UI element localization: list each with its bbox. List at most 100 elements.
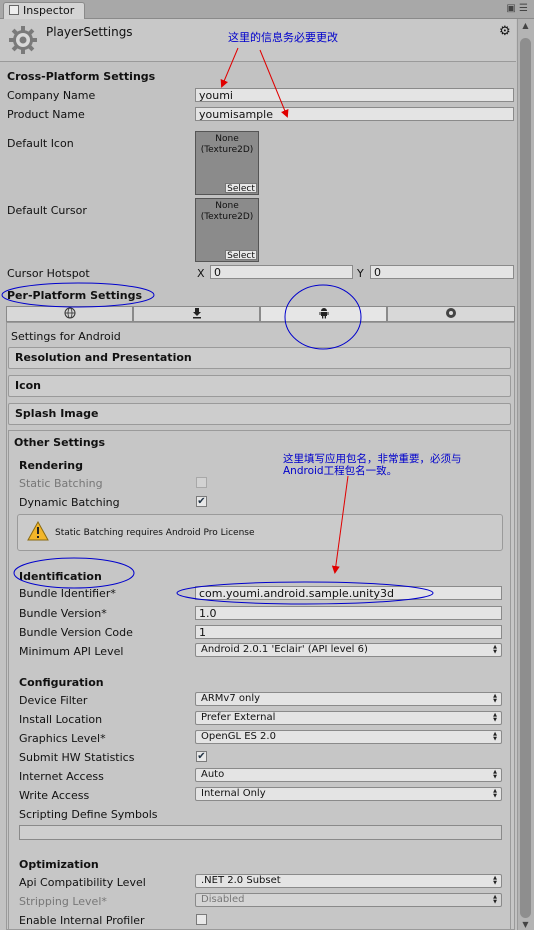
scripting-define-symbols-label: Scripting Define Symbols [19,808,158,821]
graphics-level-label: Graphics Level* [19,732,106,745]
stripping-level-label: Stripping Level* [19,895,107,908]
default-icon-texture-slot[interactable]: None (Texture2D) Select [195,131,259,195]
cursor-hotspot-label: Cursor Hotspot [7,267,90,280]
platform-tab-standalone[interactable] [133,306,260,322]
bundle-version-input[interactable]: 1.0 [195,606,502,620]
menu-icon[interactable]: ☰ [519,3,528,14]
minimum-api-level-value: Android 2.0.1 'Eclair' (API level 6) [201,644,368,655]
stripping-level-dropdown[interactable]: Disabled ▲ ▼ [195,893,502,907]
android-icon [319,308,328,319]
product-name-label: Product Name [7,108,85,121]
platform-tab-android[interactable] [260,306,387,322]
api-compatibility-level-dropdown[interactable]: .NET 2.0 Subset ▲ ▼ [195,874,502,888]
configuration-heading: Configuration [19,676,104,689]
platform-tab-web[interactable] [6,306,133,322]
player-settings-gear-icon [9,26,37,54]
install-location-label: Install Location [19,713,103,726]
texture-type-label: (Texture2D) [200,212,254,222]
dropdown-arrows-icon: ▲ ▼ [493,769,497,780]
internet-access-label: Internet Access [19,770,104,783]
identification-heading: Identification [19,570,102,583]
texture-none-label: None [215,134,239,144]
section-splash-image[interactable]: Splash Image [8,403,511,425]
minimum-api-level-label: Minimum API Level [19,645,124,658]
annotation-note-top: 这里的信息务必要更改 [228,31,338,44]
pro-license-warning-text: Static Batching requires Android Pro Lic… [55,528,255,538]
dropdown-arrows-icon: ▲ ▼ [493,712,497,723]
section-icon[interactable]: Icon [8,375,511,397]
dynamic-batching-checkbox[interactable]: ✔ [196,496,207,507]
default-cursor-texture-slot[interactable]: None (Texture2D) Select [195,198,259,262]
minimum-api-level-dropdown[interactable]: Android 2.0.1 'Eclair' (API level 6) ▲ ▼ [195,643,502,657]
settings-for-label: Settings for Android [11,330,121,343]
scroll-up-arrow-icon[interactable]: ▲ [520,21,531,30]
rendering-heading: Rendering [19,459,83,472]
warning-icon [27,521,49,541]
bundle-identifier-input[interactable]: com.youmi.android.sample.unity3d [195,586,502,600]
optimization-heading: Optimization [19,858,99,871]
section-resolution-presentation[interactable]: Resolution and Presentation [8,347,511,369]
write-access-dropdown[interactable]: Internal Only ▲ ▼ [195,787,502,801]
web-globe-icon [64,307,75,319]
annotation-note-bundle-line2: Android工程包名一致。 [283,465,398,477]
lock-icon[interactable]: ▣ [506,3,515,14]
cross-platform-heading: Cross-Platform Settings [7,70,156,83]
device-filter-value: ARMv7 only [201,693,261,704]
bundle-version-label: Bundle Version* [19,607,107,620]
standalone-download-icon [192,308,201,319]
scroll-down-arrow-icon[interactable]: ▼ [520,920,531,929]
dropdown-arrows-icon: ▲ ▼ [493,894,497,905]
dynamic-batching-label: Dynamic Batching [19,496,120,509]
flash-icon [446,308,456,318]
dropdown-arrows-icon: ▲ ▼ [493,693,497,704]
default-cursor-select-button[interactable]: Select [225,250,257,261]
api-compatibility-level-label: Api Compatibility Level [19,876,146,889]
install-location-value: Prefer External [201,712,276,723]
install-location-dropdown[interactable]: Prefer External ▲ ▼ [195,711,502,725]
static-batching-checkbox[interactable] [196,477,207,488]
texture-type-label: (Texture2D) [200,145,254,155]
inspector-title: PlayerSettings [46,25,133,39]
per-platform-heading: Per-Platform Settings [7,289,143,302]
bundle-version-code-label: Bundle Version Code [19,626,133,639]
settings-gear-icon[interactable]: ⚙ [499,24,511,39]
product-name-input[interactable]: youmisample [195,107,514,121]
internet-access-dropdown[interactable]: Auto ▲ ▼ [195,768,502,782]
stripping-level-value: Disabled [201,894,245,905]
company-name-input[interactable]: youmi [195,88,514,102]
write-access-label: Write Access [19,789,90,802]
default-icon-label: Default Icon [7,137,74,150]
hotspot-y-label: Y [357,267,364,280]
section-other-settings[interactable]: Other Settings [14,436,105,449]
bundle-identifier-label: Bundle Identifier* [19,587,116,600]
submit-hw-statistics-label: Submit HW Statistics [19,751,135,764]
scripting-define-symbols-input[interactable] [19,825,502,840]
scrollbar-thumb[interactable] [520,38,531,918]
tab-window-controls[interactable]: ▣ ☰ [506,3,528,14]
hotspot-y-input[interactable]: 0 [370,265,514,279]
graphics-level-value: OpenGL ES 2.0 [201,731,276,742]
inspector-tab-icon [9,5,19,15]
graphics-level-dropdown[interactable]: OpenGL ES 2.0 ▲ ▼ [195,730,502,744]
bundle-version-code-input[interactable]: 1 [195,625,502,639]
submit-hw-statistics-checkbox[interactable]: ✔ [196,751,207,762]
dropdown-arrows-icon: ▲ ▼ [493,731,497,742]
default-cursor-label: Default Cursor [7,204,87,217]
inspector-tab-label: Inspector [23,4,75,17]
write-access-value: Internal Only [201,788,266,799]
dropdown-arrows-icon: ▲ ▼ [493,875,497,886]
inspector-tab[interactable]: Inspector [3,2,85,19]
default-icon-select-button[interactable]: Select [225,183,257,194]
hotspot-x-input[interactable]: 0 [210,265,353,279]
company-name-label: Company Name [7,89,96,102]
static-batching-label: Static Batching [19,477,103,490]
dropdown-arrows-icon: ▲ ▼ [493,788,497,799]
platform-tab-flash[interactable] [387,306,515,322]
device-filter-dropdown[interactable]: ARMv7 only ▲ ▼ [195,692,502,706]
texture-none-label: None [215,201,239,211]
hotspot-x-label: X [197,267,205,280]
enable-internal-profiler-checkbox[interactable] [196,914,207,925]
dropdown-arrows-icon: ▲ ▼ [493,644,497,655]
device-filter-label: Device Filter [19,694,88,707]
internet-access-value: Auto [201,769,225,780]
